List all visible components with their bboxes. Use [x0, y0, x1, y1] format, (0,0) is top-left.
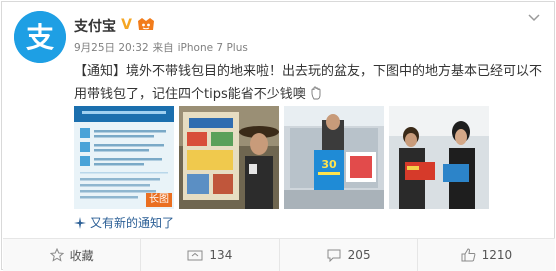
thumbnail-shop-map-photo[interactable]: [179, 106, 279, 209]
svg-text:30: 30: [321, 158, 337, 171]
comment-button[interactable]: 205: [280, 239, 418, 271]
avatar[interactable]: 支: [14, 11, 66, 63]
new-notice-label: 又有新的通知了: [90, 216, 175, 230]
alipay-logo-icon: 支: [14, 11, 66, 63]
long-image-badge: 长图: [146, 193, 172, 207]
username[interactable]: 支付宝: [74, 16, 116, 36]
repost-button[interactable]: 134: [141, 239, 280, 271]
thumbnail-travelers-photo[interactable]: [389, 106, 489, 209]
favorite-button[interactable]: 收藏: [3, 239, 142, 271]
star-icon: [49, 248, 64, 262]
repost-count: 134: [209, 248, 233, 262]
chevron-down-icon[interactable]: [527, 12, 541, 22]
action-bar: 收藏 134 205 1210: [3, 238, 555, 271]
thumbnail-infographic[interactable]: 长图: [74, 106, 174, 209]
verified-badge-icon[interactable]: V: [120, 16, 133, 31]
image-gallery: 长图 30: [74, 106, 490, 209]
thumbnail-store-display-photo[interactable]: 30: [284, 106, 384, 209]
favorite-label: 收藏: [69, 248, 94, 263]
sparkle-icon: [74, 216, 86, 229]
source-device: iPhone 7 Plus: [177, 42, 248, 54]
weibo-post-card: 支 支付宝 V 9月25日 20:32 来自 iPhone 7 Plus 【通知】境…: [1, 1, 555, 271]
like-button[interactable]: 1210: [418, 239, 555, 271]
post-text: 【通知】境外不带钱包目的地来啦！出去玩的盆友，下图中的地方基本已经可以不用带钱包…: [74, 60, 542, 106]
new-notice-link[interactable]: 又有新的通知了: [74, 214, 174, 231]
post-meta: 9月25日 20:32 来自 iPhone 7 Plus: [74, 40, 252, 55]
repost-icon: [187, 250, 203, 261]
comment-count: 205: [347, 248, 371, 262]
hand-emoji-icon: [311, 86, 321, 100]
like-count: 1210: [481, 248, 513, 262]
vip-member-icon[interactable]: [136, 16, 156, 32]
comment-icon: [327, 249, 341, 262]
source-prefix: 来自: [152, 42, 174, 54]
svg-text:支: 支: [26, 21, 54, 54]
post-body: 【通知】境外不带钱包目的地来啦！出去玩的盆友，下图中的地方基本已经可以不用带钱包…: [74, 64, 543, 102]
post-date[interactable]: 9月25日 20:32: [74, 42, 149, 54]
svg-text:V: V: [121, 17, 132, 31]
thumbs-up-icon: [461, 248, 475, 262]
